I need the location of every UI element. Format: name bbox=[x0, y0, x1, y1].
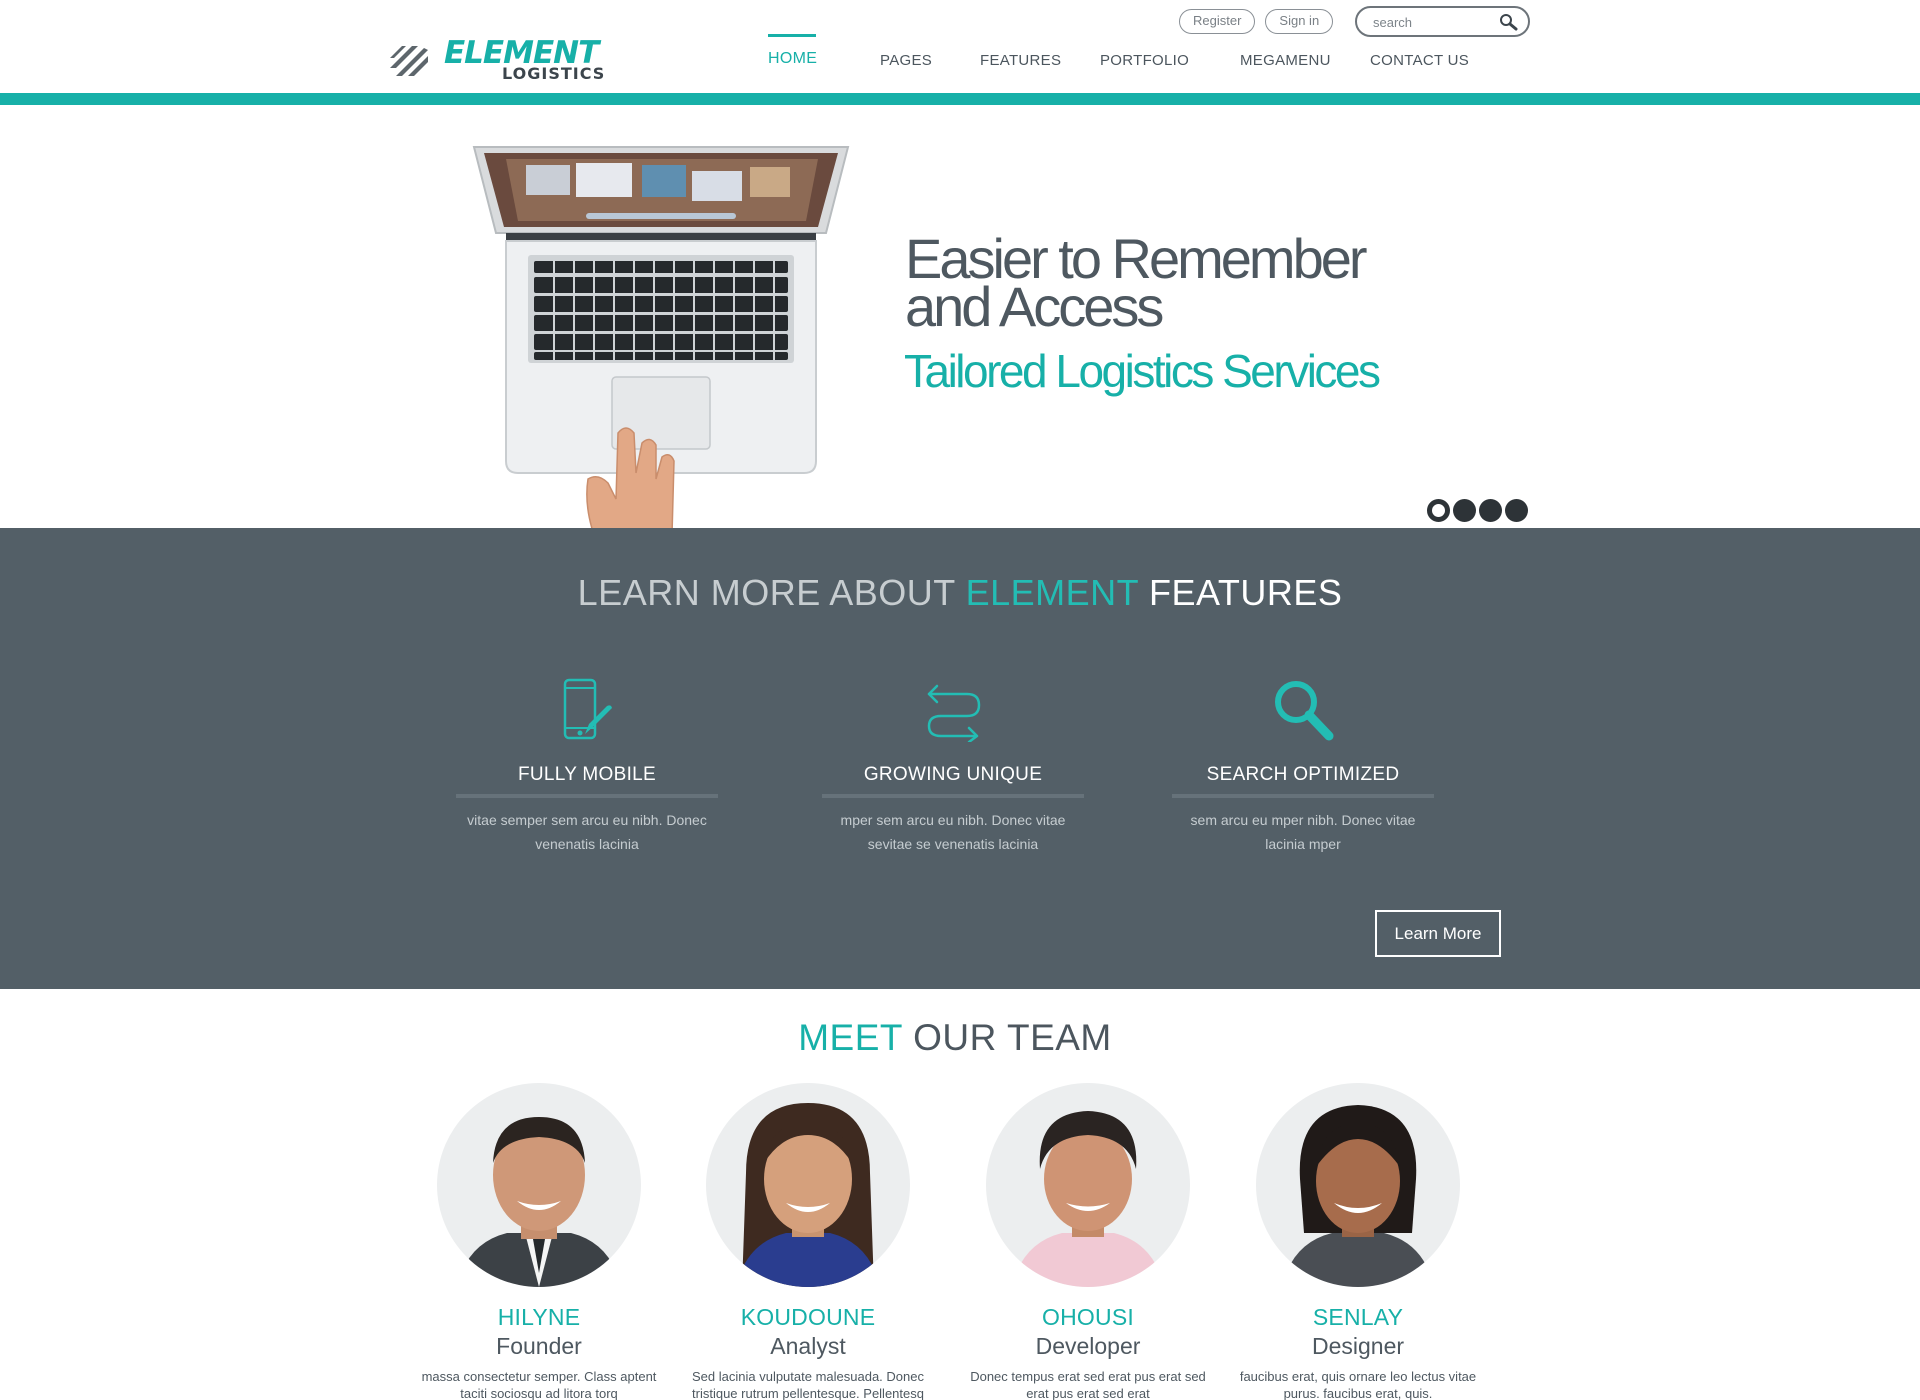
feature-card: FULLY MOBILE vitae semper sem arcu eu ni… bbox=[456, 678, 718, 856]
laptop-image bbox=[472, 146, 850, 528]
nav-pages[interactable]: PAGES bbox=[880, 52, 932, 69]
slider-pagination bbox=[1427, 499, 1528, 522]
hero-title: Easier to Remember and Access bbox=[905, 231, 1368, 338]
nav-megamenu[interactable]: MEGAMENU bbox=[1240, 52, 1331, 69]
feature-icon-wrap bbox=[822, 678, 1084, 748]
nav-features[interactable]: FEATURES bbox=[980, 52, 1061, 69]
feature-card: SEARCH OPTIMIZED sem arcu eu mper nibh. … bbox=[1172, 678, 1434, 856]
feature-card: GROWING UNIQUE mper sem arcu eu nibh. Do… bbox=[822, 678, 1084, 856]
search-icon bbox=[1275, 681, 1334, 741]
features-title-part1: LEARN MORE ABOUT bbox=[577, 572, 966, 613]
brand-logo[interactable]: ELEMENT LOGISTICS bbox=[388, 36, 606, 86]
nav-home[interactable]: HOME bbox=[768, 50, 817, 68]
member-bio: Donec tempus erat sed erat pus erat sed … bbox=[970, 1369, 1206, 1400]
team-member-card: KOUDOUNE Analyst Sed lacinia vulputate m… bbox=[683, 1083, 933, 1400]
hero-title-line2: and Access bbox=[905, 275, 1164, 338]
person-photo bbox=[457, 1117, 621, 1287]
features-section: LEARN MORE ABOUT ELEMENT FEATURES FULLY … bbox=[0, 528, 1920, 989]
avatar[interactable] bbox=[986, 1083, 1190, 1287]
person-photo bbox=[736, 1103, 880, 1287]
member-bio: Sed lacinia vulputate malesuada. Donec t… bbox=[692, 1369, 924, 1400]
team-title-rest: OUR TEAM bbox=[902, 1017, 1112, 1058]
nav-active-indicator bbox=[768, 34, 816, 37]
feature-divider bbox=[456, 794, 718, 798]
brand-subtitle: LOGISTICS bbox=[502, 64, 606, 83]
avatar[interactable] bbox=[437, 1083, 641, 1287]
feature-name: GROWING UNIQUE bbox=[863, 764, 1043, 785]
search-input[interactable] bbox=[1373, 13, 1493, 31]
member-name: OHOUSI bbox=[1042, 1304, 1134, 1330]
member-name: HILYNE bbox=[497, 1304, 581, 1330]
team-member-card: HILYNE Founder massa consectetur semper.… bbox=[414, 1083, 664, 1400]
features-title-part3: FEATURES bbox=[1138, 572, 1343, 613]
feature-icon-wrap bbox=[456, 678, 718, 748]
avatar[interactable] bbox=[706, 1083, 910, 1287]
header-accent-bar bbox=[0, 93, 1920, 105]
hero-subtitle: Tailored Logistics Services bbox=[904, 345, 1381, 397]
member-bio: faucibus erat, quis ornare leo lectus vi… bbox=[1239, 1369, 1477, 1400]
features-title-brand: ELEMENT bbox=[965, 572, 1139, 613]
team-member-card: OHOUSI Developer Donec tempus erat sed e… bbox=[963, 1083, 1213, 1400]
member-role: Analyst bbox=[770, 1333, 846, 1359]
member-role: Founder bbox=[496, 1333, 582, 1359]
feature-description: vitae semper sem arcu eu nibh. Donec ven… bbox=[467, 812, 707, 852]
feature-name: FULLY MOBILE bbox=[517, 764, 657, 785]
team-title: MEET OUR TEAM bbox=[0, 1017, 1910, 1059]
slider-dot-1[interactable] bbox=[1427, 499, 1450, 522]
learn-more-button[interactable]: Learn More bbox=[1375, 910, 1501, 957]
member-name: SENLAY bbox=[1312, 1304, 1404, 1330]
register-button[interactable]: Register bbox=[1179, 9, 1256, 34]
slider-dot-2[interactable] bbox=[1453, 499, 1476, 522]
member-role: Designer bbox=[1311, 1333, 1405, 1359]
person-photo bbox=[1012, 1111, 1164, 1287]
nav-portfolio[interactable]: PORTFOLIO bbox=[1100, 52, 1189, 69]
logo-mark-icon bbox=[390, 46, 428, 76]
mobile-edit-icon bbox=[563, 678, 612, 740]
slider-dot-3[interactable] bbox=[1479, 499, 1502, 522]
feature-description: sem arcu eu mper nibh. Donec vitae lacin… bbox=[1190, 812, 1416, 852]
feature-description: mper sem arcu eu nibh. Donec vitae sevit… bbox=[840, 812, 1066, 852]
search-icon[interactable] bbox=[1498, 12, 1518, 32]
feature-icon-wrap bbox=[1172, 678, 1434, 748]
slider-dot-4[interactable] bbox=[1505, 499, 1528, 522]
nav-contact-us[interactable]: CONTACT US bbox=[1370, 52, 1469, 69]
feature-divider bbox=[1172, 794, 1434, 798]
member-name: KOUDOUNE bbox=[740, 1304, 876, 1330]
account-links: Register Sign in bbox=[1179, 9, 1334, 35]
hero-slider: Easier to Remember and Access Tailored L… bbox=[0, 105, 1920, 528]
team-member-card: SENLAY Designer faucibus erat, quis orna… bbox=[1233, 1083, 1483, 1400]
avatar[interactable] bbox=[1256, 1083, 1460, 1287]
signin-button[interactable]: Sign in bbox=[1265, 9, 1334, 34]
search-box bbox=[1355, 6, 1530, 37]
person-photo bbox=[1282, 1105, 1434, 1287]
feature-name: SEARCH OPTIMIZED bbox=[1206, 764, 1400, 785]
member-bio: massa consectetur semper. Class aptent t… bbox=[421, 1369, 657, 1400]
feature-divider bbox=[822, 794, 1084, 798]
member-role: Developer bbox=[1035, 1333, 1141, 1359]
features-title: LEARN MORE ABOUT ELEMENT FEATURES bbox=[0, 572, 1920, 614]
arrows-swap-icon bbox=[927, 684, 981, 742]
site-header: ELEMENT LOGISTICS Register Sign in HOME … bbox=[0, 0, 1920, 93]
team-title-accent: MEET bbox=[798, 1017, 903, 1058]
